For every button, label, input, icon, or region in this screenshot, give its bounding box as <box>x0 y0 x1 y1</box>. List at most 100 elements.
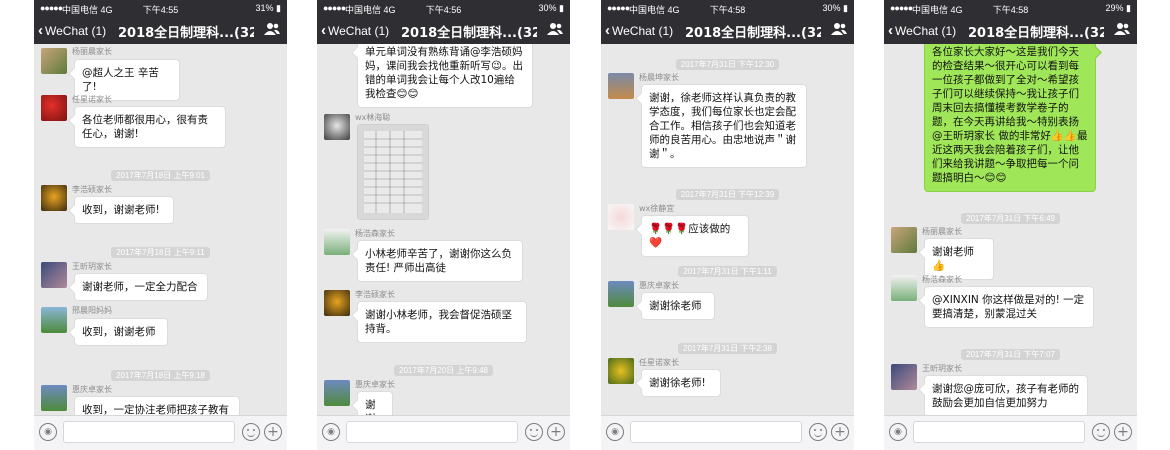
nav-bar: ‹WeChat (1) 2018全日制理科...(32) <box>884 16 1137 44</box>
battery-percent: 30% <box>822 3 841 13</box>
emoji-icon[interactable] <box>525 423 543 441</box>
chat-title: 2018全日制理科... <box>118 26 234 41</box>
message-bubble[interactable]: 收到，一定协注老师把孩子教有 <box>74 396 240 416</box>
phone-screen-2: ●●●●● 中国电信 4G 下午4:56 30% ▮ ‹ WeChat (1) 2… <box>317 0 570 450</box>
sender-name: 任星诺家长 <box>639 358 679 367</box>
sender-name: wx徐静宜 <box>639 204 675 213</box>
timestamp: 2017年7月31日 下午12:30 <box>675 59 780 70</box>
avatar[interactable] <box>608 281 634 307</box>
status-bar: ●●●●● 中国电信 4G 下午4:56 30% ▮ <box>317 0 570 16</box>
own-message-bubble[interactable]: 各位家长大家好～这是我们今天的检查结果～很开心可以看到每一位孩子都做到了全对～希… <box>924 44 1096 192</box>
plus-icon[interactable]: + <box>1114 423 1132 441</box>
voice-icon[interactable]: ◉ <box>39 423 57 441</box>
message-bubble[interactable]: 谢谢小林老师，我会督促浩硕坚持背。 <box>357 301 527 343</box>
sender-name: 王昕玥家长 <box>72 262 112 271</box>
message-bubble[interactable]: 单元单词没有熟练背诵@李浩硕妈妈，课间我会找他重新听写😉。出错的单词我会让每个人… <box>357 44 533 108</box>
back-button[interactable]: ‹ WeChat (1) <box>38 22 106 39</box>
group-members-icon[interactable] <box>547 22 563 36</box>
input-bar: ◉ + <box>601 415 854 450</box>
plus-icon[interactable]: + <box>264 423 282 441</box>
input-bar: ◉ + <box>884 415 1137 450</box>
group-members-icon[interactable] <box>264 22 280 36</box>
avatar[interactable] <box>324 290 350 316</box>
battery-percent: 30% <box>538 3 557 13</box>
message-input[interactable] <box>346 421 518 443</box>
message-bubble[interactable]: @XINXIN 你这样做是对的! 一定要搞清楚，别蒙混过关 <box>924 286 1094 328</box>
sender-name: 杨晨坤家长 <box>639 73 679 82</box>
message-bubble[interactable]: 谢谢您@庞可欣，孩子有老师的鼓励会更加自信更加努力 <box>924 375 1088 416</box>
emoji-icon[interactable] <box>809 423 827 441</box>
back-chevron-icon: ‹ <box>321 22 326 39</box>
avatar[interactable] <box>41 48 67 74</box>
emoji-icon[interactable] <box>242 423 260 441</box>
message-bubble[interactable]: 收到，谢谢老师! <box>74 196 174 224</box>
avatar[interactable] <box>41 185 67 211</box>
avatar[interactable] <box>608 73 634 99</box>
chat-area[interactable]: 杨丽晨家长 @超人之王 辛苦了! 任星诺家长 各位老师都很用心，很有责任心，谢谢… <box>34 44 287 416</box>
avatar[interactable] <box>608 204 634 230</box>
sender-name: 杨丽晨家长 <box>922 227 962 236</box>
battery-icon: ▮ <box>276 3 281 13</box>
avatar[interactable] <box>608 358 634 384</box>
back-label: WeChat (1) <box>612 24 674 38</box>
timestamp: 2017年7月18日 上午9:11 <box>111 247 210 258</box>
sender-name: 王昕玥家长 <box>922 364 962 373</box>
sender-name: 杨浩森家长 <box>355 229 395 238</box>
message-bubble[interactable]: 谢谢老师，一定全力配合 <box>74 273 208 301</box>
timestamp: 2017年7月18日 上午9:01 <box>111 170 210 181</box>
avatar[interactable] <box>324 380 350 406</box>
shared-image[interactable] <box>357 124 429 220</box>
message-input[interactable] <box>63 421 235 443</box>
battery-percent: 31% <box>255 3 274 13</box>
chat-area[interactable]: 单元单词没有熟练背诵@李浩硕妈妈，课间我会找他重新听写😉。出错的单词我会让每个人… <box>317 44 570 416</box>
status-time: 下午4:55 <box>142 5 179 15</box>
avatar[interactable] <box>891 275 917 301</box>
message-input[interactable] <box>913 421 1085 443</box>
avatar[interactable] <box>41 307 67 333</box>
back-button[interactable]: ‹ WeChat (1) <box>605 22 673 39</box>
group-members-icon[interactable] <box>1114 22 1130 36</box>
message-bubble[interactable]: 各位老师都很用心，很有责任心，谢谢! <box>74 106 226 148</box>
plus-icon[interactable]: + <box>831 423 849 441</box>
back-button[interactable]: ‹ WeChat (1) <box>888 22 956 39</box>
avatar[interactable] <box>41 95 67 121</box>
voice-icon[interactable]: ◉ <box>606 423 624 441</box>
sender-name: 惠庆卓家长 <box>639 281 679 290</box>
back-chevron-icon: ‹ <box>888 22 893 39</box>
input-bar: ◉ + <box>317 415 570 450</box>
chat-area[interactable]: 2017年7月31日 下午12:30 杨晨坤家长 谢谢，徐老师这样认真负责的教学… <box>601 44 854 416</box>
message-bubble[interactable]: 🌹🌹🌹应该做的❤️ <box>641 215 749 257</box>
message-input[interactable] <box>630 421 802 443</box>
chat-area[interactable]: 各位家长大家好～这是我们今天的检查结果～很开心可以看到每一位孩子都做到了全对～希… <box>884 44 1137 416</box>
chat-title: 2018全日制理科... <box>401 26 517 41</box>
message-bubble[interactable]: 谢谢徐老师! <box>641 369 721 397</box>
sender-name: 任星诺家长 <box>72 95 112 104</box>
voice-icon[interactable]: ◉ <box>322 423 340 441</box>
avatar[interactable] <box>324 114 350 140</box>
battery-icon: ▮ <box>559 3 564 13</box>
plus-icon[interactable]: + <box>547 423 565 441</box>
message-bubble[interactable]: 小林老师辛苦了，谢谢你这么负责任! 严师出高徒 <box>357 240 523 282</box>
message-bubble[interactable]: 谢谢，徐老师这样认真负责的教学态度，我们每位家长也定会配合工作。相信孩子们也会知… <box>641 84 807 168</box>
message-bubble[interactable]: 谢谢 <box>357 391 393 416</box>
message-bubble[interactable]: 谢谢徐老师 <box>641 292 715 320</box>
voice-icon[interactable]: ◉ <box>889 423 907 441</box>
emoji-icon[interactable] <box>1092 423 1110 441</box>
avatar[interactable] <box>324 229 350 255</box>
back-label: WeChat (1) <box>895 24 957 38</box>
timestamp: 2017年7月31日 下午6:49 <box>961 213 1060 224</box>
back-chevron-icon: ‹ <box>38 22 43 39</box>
back-button[interactable]: ‹ WeChat (1) <box>321 22 389 39</box>
avatar[interactable] <box>41 385 67 411</box>
back-label: WeChat (1) <box>45 24 107 38</box>
avatar[interactable] <box>891 227 917 253</box>
group-members-icon[interactable] <box>831 22 847 36</box>
nav-bar: ‹WeChat (1) 2018全日制理科...(32) <box>317 16 570 44</box>
avatar[interactable] <box>41 262 67 288</box>
avatar[interactable] <box>891 364 917 390</box>
member-count: (32) <box>1084 26 1104 41</box>
phone-screen-4: ●●●●● 中国电信 4G 下午4:58 29% ▮ ‹ WeChat (1) 2… <box>884 0 1137 450</box>
message-bubble[interactable]: 收到，谢谢老师 <box>74 318 168 346</box>
timestamp: 2017年7月31日 下午7:07 <box>961 349 1060 360</box>
sender-name: 邢晨阳妈妈 <box>72 306 112 315</box>
